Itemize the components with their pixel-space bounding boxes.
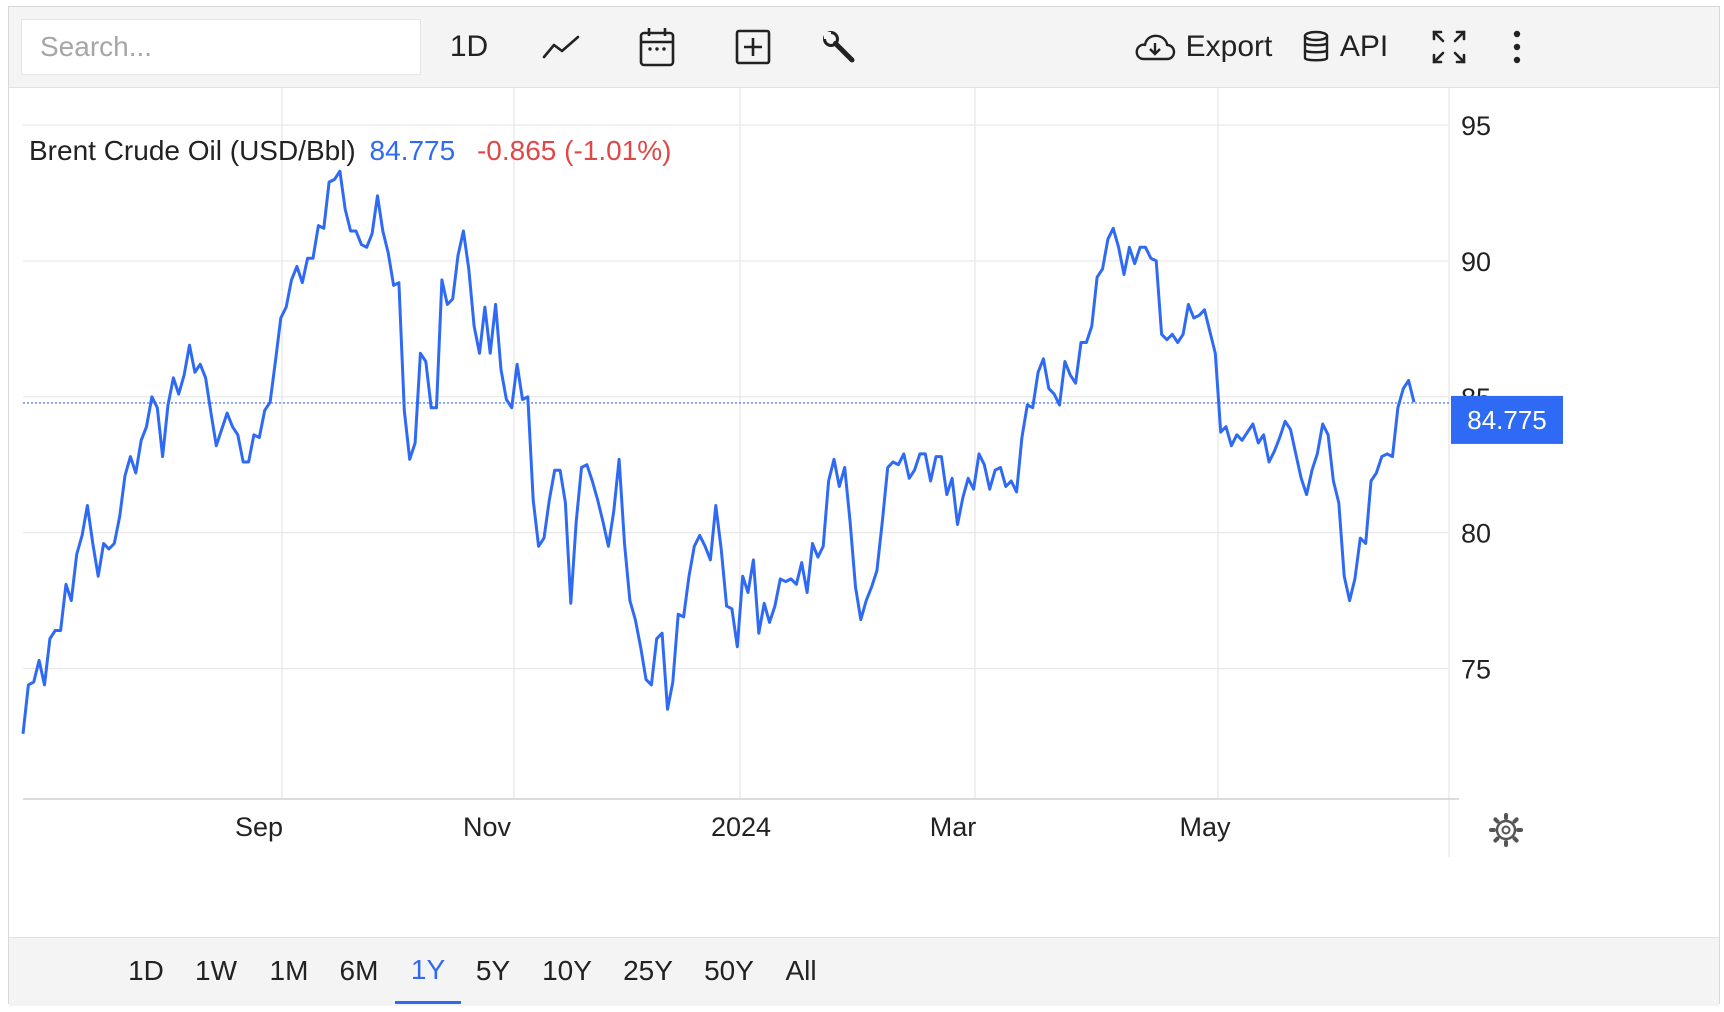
chart-area: Brent Crude Oil (USD/Bbl) 84.775 -0.865 …	[9, 87, 1719, 937]
grid	[23, 87, 1459, 857]
range-label: 25Y	[623, 955, 673, 986]
range-label: 1W	[195, 955, 237, 986]
fullscreen-icon	[1431, 29, 1467, 65]
range-label: 50Y	[704, 955, 754, 986]
y-tick-label: 95	[1461, 111, 1491, 141]
export-label: Export	[1185, 30, 1273, 63]
x-axis: Sep Nov 2024 Mar May	[235, 812, 1231, 842]
interval-label: 1D	[449, 30, 489, 63]
interval-button[interactable]: 1D	[419, 21, 519, 73]
x-tick-label: Mar	[930, 812, 977, 842]
tools-button[interactable]	[799, 21, 879, 73]
add-indicator-button[interactable]	[713, 21, 793, 73]
gear-icon	[1495, 819, 1517, 841]
instrument-name: Brent Crude Oil (USD/Bbl)	[29, 135, 356, 166]
chart-widget: 1D	[8, 6, 1720, 1006]
range-1y[interactable]: 1Y	[395, 938, 461, 1004]
range-1m[interactable]: 1M	[259, 938, 319, 1004]
x-tick-label: May	[1179, 812, 1231, 842]
range-5y[interactable]: 5Y	[465, 938, 521, 1004]
range-50y[interactable]: 50Y	[693, 938, 765, 1004]
chart-settings-button[interactable]	[1489, 813, 1523, 847]
toolbar: 1D	[9, 7, 1719, 88]
more-vertical-icon	[1512, 30, 1522, 64]
last-price-badge: 84.775	[1451, 395, 1563, 444]
x-tick-label: Nov	[463, 812, 512, 842]
fullscreen-button[interactable]	[1421, 21, 1477, 73]
database-icon	[1302, 30, 1330, 64]
range-selector: 1D 1W 1M 6M 1Y 5Y 10Y 25Y 50Y All	[9, 937, 1719, 1006]
search-input[interactable]	[21, 19, 421, 75]
chart-header: Brent Crude Oil (USD/Bbl) 84.775 -0.865 …	[29, 135, 672, 167]
api-button[interactable]: API	[1299, 21, 1391, 73]
price-chart[interactable]: 7580859095 SepNov2024MarMay 84.775	[9, 87, 1719, 937]
range-label: 5Y	[475, 955, 511, 986]
wrench-icon	[821, 29, 857, 65]
range-10y[interactable]: 10Y	[531, 938, 603, 1004]
range-label: All	[785, 955, 817, 986]
cloud-download-icon	[1134, 32, 1176, 62]
plus-box-icon	[735, 29, 771, 65]
line-chart-icon	[542, 33, 580, 61]
chart-type-button[interactable]	[521, 21, 601, 73]
export-button[interactable]: Export	[1131, 21, 1275, 73]
range-6m[interactable]: 6M	[329, 938, 389, 1004]
price-series-line	[21, 169, 1416, 734]
price-change: -0.865 (-1.01%)	[476, 135, 672, 166]
range-label: 1Y	[410, 953, 446, 985]
api-label: API	[1339, 30, 1389, 63]
last-price-badge-label: 84.775	[1467, 405, 1547, 435]
range-label: 1M	[269, 955, 309, 986]
range-25y[interactable]: 25Y	[612, 938, 684, 1004]
range-1d[interactable]: 1D	[119, 938, 173, 1004]
range-all[interactable]: All	[773, 938, 829, 1004]
calendar-button[interactable]	[617, 21, 697, 73]
x-tick-label: Sep	[235, 812, 283, 842]
range-1w[interactable]: 1W	[187, 938, 245, 1004]
y-tick-label: 80	[1461, 519, 1491, 549]
calendar-icon	[639, 27, 675, 67]
range-label: 1D	[128, 955, 164, 986]
y-tick-label: 90	[1461, 247, 1491, 277]
range-label: 6M	[339, 955, 379, 986]
x-tick-label: 2024	[711, 812, 771, 842]
last-price: 84.775	[369, 135, 456, 166]
range-label: 10Y	[542, 955, 592, 986]
more-menu-button[interactable]	[1499, 21, 1535, 73]
y-tick-label: 75	[1461, 655, 1491, 685]
